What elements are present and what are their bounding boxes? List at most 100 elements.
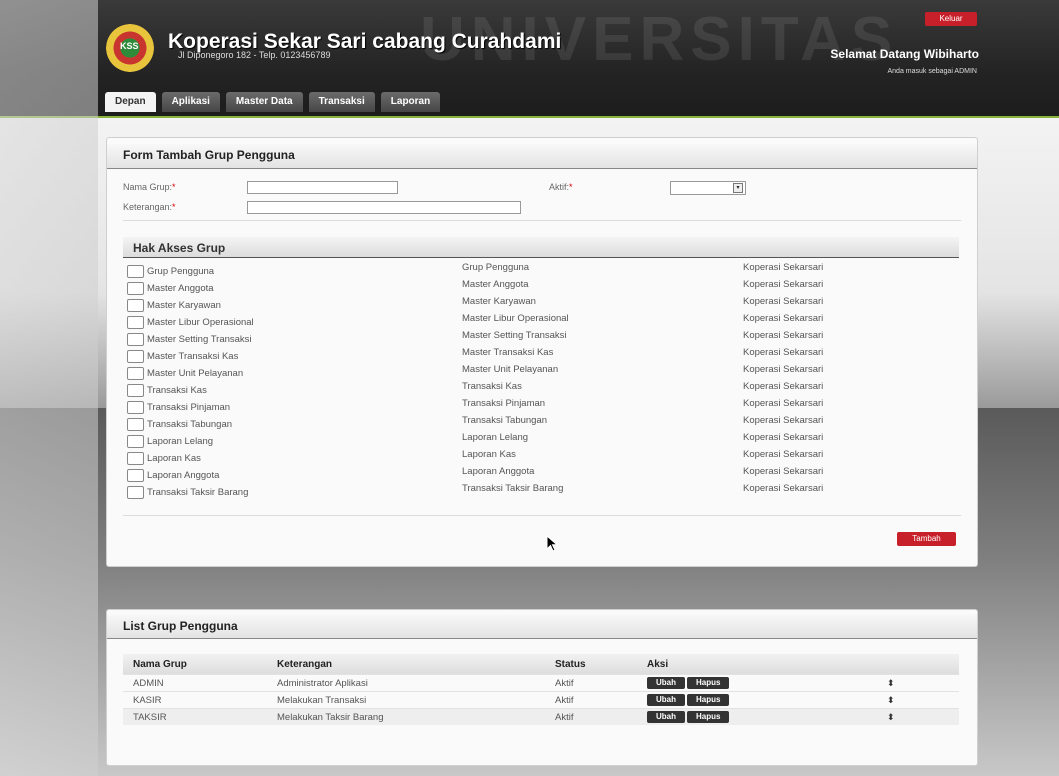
list-item: Laporan Lelang Laporan Lelang Koperasi S… [123,432,963,449]
tambah-button[interactable]: Tambah [897,532,956,546]
cell-nama: TAKSIR [123,708,267,725]
akses-checkbox[interactable] [127,401,144,414]
akses-app: Koperasi Sekarsari [743,466,824,477]
logout-button[interactable]: Keluar [925,12,977,26]
tab-transaksi[interactable]: Transaksi [308,92,375,112]
aktif-select[interactable]: ▾ [670,181,746,195]
akses-name: Grup Pengguna [147,266,215,277]
tab-depan[interactable]: Depan [105,92,156,112]
akses-app: Koperasi Sekarsari [743,364,824,375]
akses-name: Transaksi Tabungan [147,419,233,430]
col-header-status: Status [545,654,637,675]
hak-akses-title: Hak Akses Grup [133,241,226,255]
table-row: ADMIN Administrator Aplikasi Aktif Ubah H… [123,674,959,692]
akses-checkbox[interactable] [127,299,144,312]
ubah-button[interactable]: Ubah [647,694,685,706]
hak-akses-list: Grup Pengguna Grup Pengguna Koperasi Sek… [123,262,963,500]
cell-nama: ADMIN [123,674,267,692]
sort-icon[interactable]: ⬍ [887,712,895,722]
hapus-button[interactable]: Hapus [687,677,730,689]
sort-icon[interactable]: ⬍ [887,678,895,688]
akses-name: Transaksi Pinjaman [147,402,231,413]
akses-menu: Transaksi Kas [462,381,522,392]
table-row: KASIR Melakukan Transaksi Aktif Ubah Hapu… [123,691,959,709]
akses-app: Koperasi Sekarsari [743,262,824,273]
keterangan-label: Keterangan:* [123,202,176,212]
akses-checkbox[interactable] [127,384,144,397]
akses-checkbox[interactable] [127,333,144,346]
akses-menu: Transaksi Taksir Barang [462,483,564,494]
left-overlay [0,0,98,776]
akses-checkbox[interactable] [127,265,144,278]
akses-app: Koperasi Sekarsari [743,432,824,443]
list-item: Grup Pengguna Grup Pengguna Koperasi Sek… [123,262,963,279]
list-item: Master Anggota Master Anggota Koperasi S… [123,279,963,296]
sort-icon[interactable]: ⬍ [887,695,895,705]
hak-akses-header: Hak Akses Grup [123,237,959,258]
akses-checkbox[interactable] [127,350,144,363]
akses-app: Koperasi Sekarsari [743,381,824,392]
akses-name: Master Transaksi Kas [147,351,239,362]
list-title: List Grup Pengguna [123,619,238,633]
akses-app: Koperasi Sekarsari [743,330,824,341]
aktif-label: Aktif:* [549,182,573,192]
akses-menu: Master Karyawan [462,296,536,307]
hapus-button[interactable]: Hapus [687,694,730,706]
form-panel: Form Tambah Grup Pengguna Nama Grup:* Ke… [106,137,978,567]
akses-menu: Transaksi Pinjaman [462,398,546,409]
hapus-button[interactable]: Hapus [687,711,730,723]
list-item: Master Setting Transaksi Master Setting … [123,330,963,347]
table-row: TAKSIR Melakukan Taksir Barang Aktif Uba… [123,708,959,725]
akses-name: Master Libur Operasional [147,317,254,328]
akses-checkbox[interactable] [127,418,144,431]
akses-checkbox[interactable] [127,282,144,295]
akses-checkbox[interactable] [127,367,144,380]
app-address: Jl Diponegoro 182 - Telp. 0123456789 [178,50,331,60]
tab-laporan[interactable]: Laporan [380,92,441,112]
role-text: Anda masuk sebagai ADMIN [887,68,978,75]
akses-name: Laporan Lelang [147,436,214,447]
akses-checkbox[interactable] [127,435,144,448]
ubah-button[interactable]: Ubah [647,711,685,723]
akses-name: Laporan Kas [147,453,201,464]
akses-app: Koperasi Sekarsari [743,415,824,426]
akses-menu: Grup Pengguna [462,262,530,273]
list-item: Transaksi Pinjaman Transaksi Pinjaman Ko… [123,398,963,415]
akses-checkbox[interactable] [127,452,144,465]
akses-menu: Master Anggota [462,279,529,290]
mouse-cursor-icon [546,535,559,552]
logo-emblem-icon: KSS [106,24,154,72]
cell-status: Aktif [545,674,637,692]
cell-aksi: Ubah Hapus [637,691,877,709]
akses-app: Koperasi Sekarsari [743,398,824,409]
akses-name: Master Setting Transaksi [147,334,252,345]
cell-keterangan: Administrator Aplikasi [267,674,545,692]
keterangan-input[interactable] [247,201,521,214]
akses-name: Master Anggota [147,283,214,294]
list-item: Transaksi Tabungan Transaksi Tabungan Ko… [123,415,963,432]
tab-aplikasi[interactable]: Aplikasi [161,92,220,112]
akses-checkbox[interactable] [127,486,144,499]
grup-table: Nama Grup Keterangan Status Aksi ADMIN A… [123,654,959,725]
main-nav: Depan Aplikasi Master Data Transaksi Lap… [105,92,441,112]
ubah-button[interactable]: Ubah [647,677,685,689]
akses-app: Koperasi Sekarsari [743,313,824,324]
form-bottom-separator [123,515,961,516]
akses-menu: Laporan Lelang [462,432,529,443]
nama-grup-input[interactable] [247,181,398,194]
akses-name: Master Karyawan [147,300,221,311]
cell-keterangan: Melakukan Taksir Barang [267,708,545,725]
akses-app: Koperasi Sekarsari [743,347,824,358]
akses-menu: Master Setting Transaksi [462,330,567,341]
akses-menu: Master Transaksi Kas [462,347,554,358]
list-item: Transaksi Kas Transaksi Kas Koperasi Sek… [123,381,963,398]
list-item: Master Transaksi Kas Master Transaksi Ka… [123,347,963,364]
col-header-sort [877,654,959,675]
tab-master-data[interactable]: Master Data [225,92,303,112]
welcome-text: Selamat Datang Wibiharto [830,47,979,61]
akses-checkbox[interactable] [127,316,144,329]
col-header-keterangan: Keterangan [267,654,545,675]
cell-keterangan: Melakukan Transaksi [267,691,545,709]
akses-checkbox[interactable] [127,469,144,482]
akses-app: Koperasi Sekarsari [743,449,824,460]
